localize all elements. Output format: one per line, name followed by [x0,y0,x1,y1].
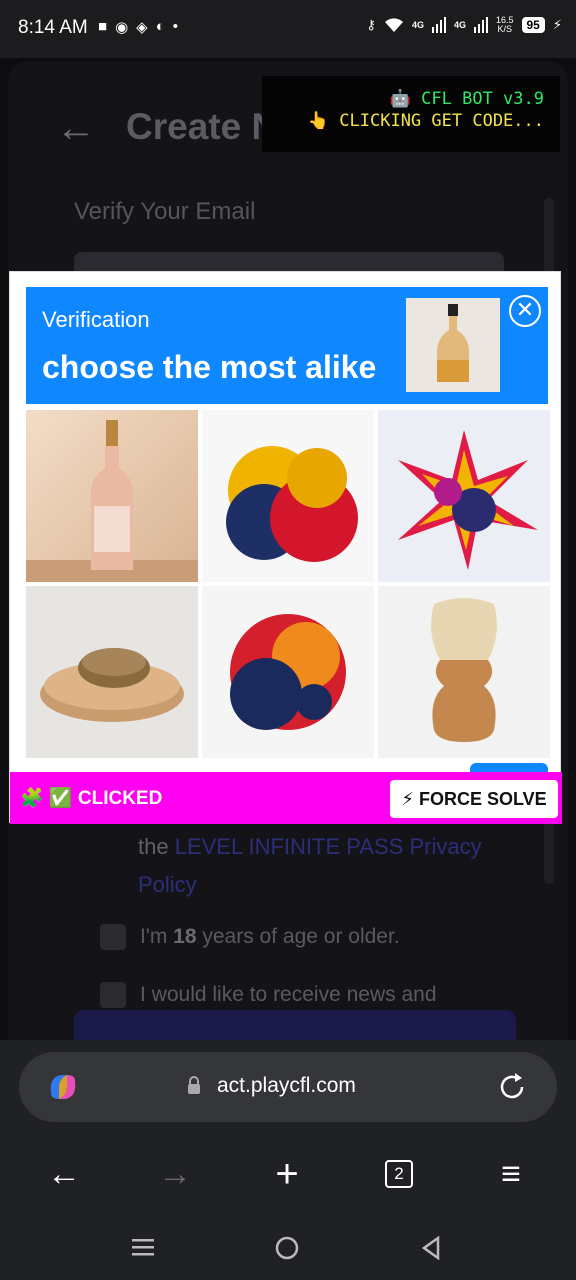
forward-icon[interactable]: → [150,1150,200,1200]
privacy-policy-link[interactable]: LEVEL INFINITE PASS Privacy Policy [138,834,482,897]
bot-title: 🤖 CFL BOT v3.9 [389,89,544,109]
battery-icon: 95 [521,17,545,33]
news-checkbox-row[interactable]: I would like to receive news and [100,982,437,1008]
new-tab-icon[interactable]: + [262,1150,312,1200]
captcha-heading-small: Verification [42,307,150,332]
age-prefix: I'm [140,925,174,948]
reload-icon[interactable] [495,1070,529,1104]
back-arrow-icon[interactable]: ← [56,106,96,151]
clicked-label: 🧩 ✅ CLICKED [20,788,163,809]
lock-icon [188,1076,200,1094]
signal-icon-2 [473,17,488,33]
key-icon: ⚷ [366,17,376,32]
news-label: I would like to receive news and [140,983,437,1006]
copilot-icon[interactable] [45,1069,81,1105]
age-suffix: years of age or older. [196,925,400,948]
age-checkbox-row[interactable]: I'm 18 years of age or older. [100,924,400,950]
tab-switcher-icon[interactable]: 2 [385,1160,413,1188]
captcha-tile-powder-2[interactable] [378,410,550,582]
clock: 8:14 AM [18,17,88,38]
wifi-icon [384,18,403,32]
address-bar[interactable]: act.playcfl.com [19,1052,557,1122]
captcha-header: Verification choose the most alike ✕ [26,287,548,404]
powder-burst-image [378,410,550,582]
reference-image [406,298,500,392]
net-speed: 16.5 K/S [496,16,514,34]
notification-icons: ■ ◉ ◈ ◐ • [98,18,178,36]
charging-icon: ⚡ [552,17,562,32]
app-icon: ◉ [115,19,129,36]
bot-status-bar: 🧩 ✅ CLICKED ⚡ FORCE SOLVE [10,772,562,824]
menu-icon[interactable]: ≡ [486,1150,536,1200]
app2-icon: ◐ [155,18,165,35]
back-icon[interactable]: ← [39,1150,89,1200]
dot-icon: • [172,18,179,35]
status-bar: 8:14 AM ■ ◉ ◈ ◐ • ⚷ 4G 4G 16.5 K/S 95 ⚡ [0,0,576,58]
captcha-instruction: choose the most alike [42,349,377,385]
powder-splash-image [202,586,374,758]
browser-toolbar: act.playcfl.com ← → + 2 ≡ [0,1040,576,1280]
url-text[interactable]: act.playcfl.com [217,1074,356,1098]
system-nav-bar [0,1220,576,1280]
captcha-tile-bottle[interactable] [26,410,198,582]
captcha-tile-brush[interactable] [26,586,198,758]
net-speed-unit: K/S [497,24,512,34]
bot-status: 👆 CLICKING GET CODE... [307,111,544,131]
age-number: 18 [173,925,197,948]
news-checkbox[interactable] [100,982,126,1008]
signal-icon [431,17,446,33]
browser-nav-row: ← → + 2 ≡ [0,1150,576,1200]
status-icons: ⚷ 4G 4G 16.5 K/S 95 ⚡ [366,16,562,34]
gamepad-icon: ◈ [136,19,148,36]
age-checkbox[interactable] [100,924,126,950]
home-icon[interactable] [275,1236,299,1260]
verify-email-label: Verify Your Email [74,198,256,225]
wooden-brush-image [26,586,198,758]
network-4g-2: 4G [453,20,466,30]
bot-overlay: 🤖 CFL BOT v3.9 👆 CLICKING GET CODE... [262,76,560,152]
bottle-icon [406,298,500,392]
privacy-prefix: the [138,834,175,859]
back-nav-icon[interactable] [420,1236,442,1260]
network-4g-1: 4G [411,20,424,30]
shaving-brush-image [378,586,550,758]
privacy-text: the LEVEL INFINITE PASS Privacy Policy [138,828,498,904]
video-icon: ■ [98,18,108,35]
force-solve-button[interactable]: ⚡ FORCE SOLVE [390,780,558,818]
captcha-tile-shaving-brush[interactable] [378,586,550,758]
powder-image [202,410,374,582]
captcha-modal: Verification choose the most alike ✕ 🧩 ✅… [9,271,562,824]
age-label: I'm 18 years of age or older. [140,925,400,949]
captcha-tile-powder-1[interactable] [202,410,374,582]
submit-button[interactable] [74,1010,516,1040]
recent-apps-icon[interactable] [132,1236,154,1258]
close-icon[interactable]: ✕ [509,295,541,327]
wine-bottle-image [26,410,198,582]
captcha-tile-powder-3[interactable] [202,586,374,758]
